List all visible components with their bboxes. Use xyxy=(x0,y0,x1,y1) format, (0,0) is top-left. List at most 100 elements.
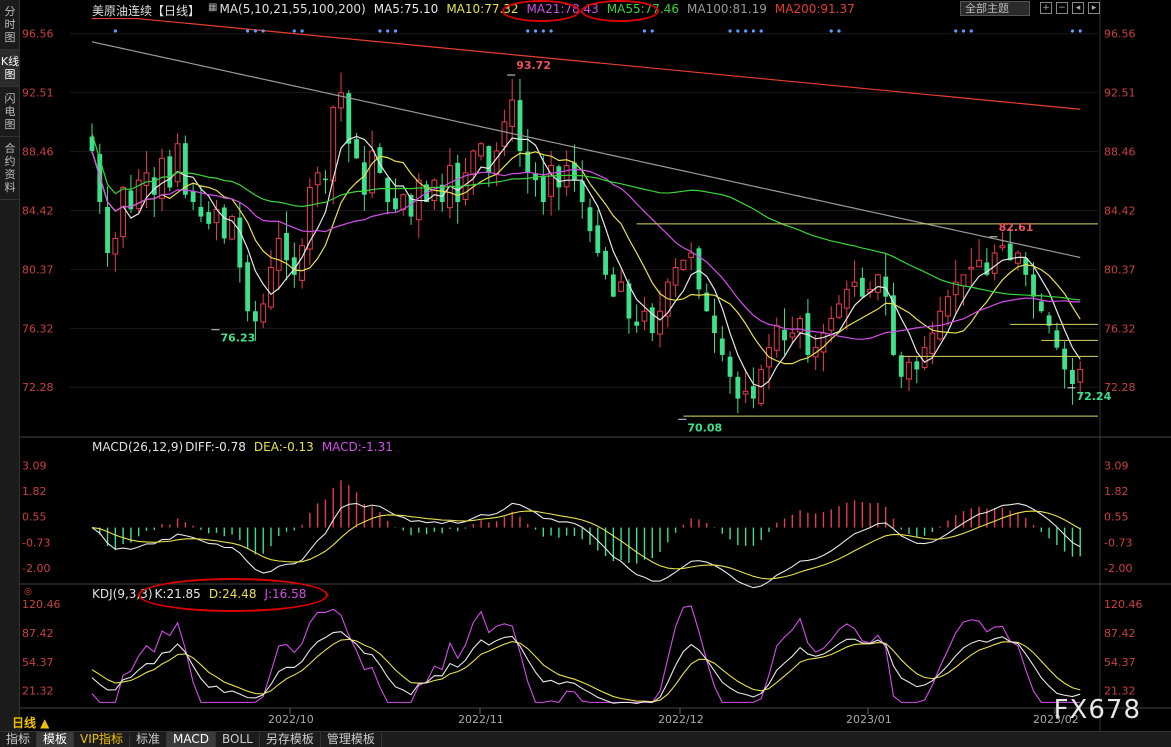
price-tick-right: 92.51 xyxy=(1104,87,1136,100)
tab-contract-info[interactable]: 合约资料 xyxy=(0,137,20,200)
ma5-value: MA5:75.10 xyxy=(373,2,439,16)
tab-standard[interactable]: 标准 xyxy=(130,732,168,747)
macd-tick-right: -2.00 xyxy=(1104,562,1132,575)
signal-dot xyxy=(954,29,958,33)
signal-dot xyxy=(292,29,296,33)
candle-body-down xyxy=(206,212,212,224)
macd-tick-right: -0.73 xyxy=(1104,536,1132,549)
candle-body-up xyxy=(906,361,912,380)
macd-dea: DEA:-0.13 xyxy=(253,440,314,454)
candle-body-down xyxy=(914,361,920,370)
candle-body-up xyxy=(688,252,695,258)
minus-icon[interactable]: − xyxy=(1056,2,1068,14)
tab-templates[interactable]: 模板 xyxy=(37,732,75,747)
candle-body-down xyxy=(587,207,593,232)
price-tick-right: 80.37 xyxy=(1104,263,1136,276)
signal-dot xyxy=(549,29,553,33)
price-tick-left: 84.42 xyxy=(22,204,54,217)
date-label: 2022/11 xyxy=(458,713,504,726)
signal-dot xyxy=(969,29,973,33)
price-tick-left: 92.51 xyxy=(22,87,54,100)
candle-body-up xyxy=(945,296,951,317)
candle-body-up xyxy=(836,303,842,318)
macd-tick-right: 3.09 xyxy=(1104,459,1129,472)
chart-area[interactable]: 96.56 96.56 92.51 92.51 88.46 88.46 84.42 84.42… xyxy=(20,0,1171,731)
candle-body-down xyxy=(556,166,562,188)
signal-dot xyxy=(1070,29,1075,33)
ma200-line xyxy=(92,17,1081,110)
macd-tick-left: -2.00 xyxy=(22,562,50,575)
price-tick-right: 96.56 xyxy=(1104,28,1136,41)
signal-dot xyxy=(744,29,748,33)
candle-body-down xyxy=(198,206,204,217)
trading-app: 分时图 K线图 闪电图 合约资料 96.56 96.56 92.51 92.51 88.… xyxy=(0,0,1171,747)
candle-body-up xyxy=(400,194,407,210)
candle-body-down xyxy=(603,250,608,275)
candle-body-up xyxy=(369,150,376,194)
candle-body-up xyxy=(773,325,780,351)
candle-body-up xyxy=(618,281,625,292)
signal-dot xyxy=(759,29,763,33)
candle-body-up xyxy=(797,318,804,333)
tab-vip-indicators[interactable]: VIP指标 xyxy=(74,732,131,747)
price-tick-left: 72.28 xyxy=(22,381,54,394)
tab-kline[interactable]: K线图 xyxy=(0,50,20,87)
price-tick-right: 88.46 xyxy=(1104,146,1136,159)
candle-body-up xyxy=(672,267,679,286)
candle-body-down xyxy=(393,198,398,210)
price-tick-right: 76.32 xyxy=(1104,322,1136,335)
ma-legend: 美原油连续【日线】 ▦ MA(5,10,21,55,100,200) MA5:7… xyxy=(92,2,855,18)
candle-body-down xyxy=(252,311,258,322)
price-tick-left: 96.56 xyxy=(22,28,54,41)
candle-body-down xyxy=(525,151,531,173)
candle-body-down xyxy=(704,292,710,312)
candle-body-up xyxy=(976,259,982,268)
candle-body-down xyxy=(1054,330,1060,348)
candle-body-up xyxy=(275,237,282,271)
macd-tick-left: 3.09 xyxy=(22,459,47,472)
candle-body-down xyxy=(361,162,367,195)
left-icon[interactable]: ◂ xyxy=(1072,2,1084,14)
candle-body-up xyxy=(548,165,555,197)
tab-save-template[interactable]: 另存模板 xyxy=(260,732,321,747)
kdj-tick-right: 87.42 xyxy=(1104,627,1136,640)
chart-canvas[interactable]: 96.56 96.56 92.51 92.51 88.46 88.46 84.42 84.42… xyxy=(20,0,1171,731)
kdj-settings-icon: ◎ xyxy=(24,587,32,597)
kdj-tick-right: 120.46 xyxy=(1104,598,1143,611)
watermark-logo: FX678 xyxy=(1053,695,1141,725)
price-tick-left: 76.32 xyxy=(22,322,54,335)
kdj-tick-left: 87.42 xyxy=(22,627,54,640)
candle-body-up xyxy=(299,245,306,281)
candle-body-up xyxy=(828,318,835,331)
candle-body-down xyxy=(859,277,865,297)
candle-body-down xyxy=(221,207,227,239)
tab-manage-templates[interactable]: 管理模板 xyxy=(321,732,382,747)
signal-dot xyxy=(378,29,382,33)
candle-body-down xyxy=(517,100,523,152)
candle-body-down xyxy=(649,307,655,334)
theme-dropdown[interactable]: 全部主题 xyxy=(960,1,1030,16)
macd-tick-right: 1.82 xyxy=(1104,485,1129,498)
kdj-tick-right: 54.37 xyxy=(1104,656,1136,669)
candle-body-up xyxy=(120,186,127,238)
ma100-value: MA100:81.19 xyxy=(687,2,767,16)
tab-macd[interactable]: MACD xyxy=(167,732,217,747)
candle-body-up xyxy=(268,267,274,308)
signal-dot xyxy=(837,29,841,33)
tab-indicators[interactable]: 指标 xyxy=(0,732,38,747)
macd-diff: DIFF:-0.78 xyxy=(185,440,246,454)
candle-body-down xyxy=(1007,243,1013,261)
candle-body-down xyxy=(696,248,702,290)
period-selector[interactable]: 日线 ▲ xyxy=(12,714,49,731)
candle-body-up xyxy=(851,281,858,287)
annotation-circle-ma55 xyxy=(581,0,659,22)
tab-lightning[interactable]: 闪电图 xyxy=(0,87,20,137)
right-icon[interactable]: ▸ xyxy=(1088,2,1100,14)
candle-body-up xyxy=(174,143,181,183)
add-icon[interactable]: + xyxy=(1040,2,1052,14)
price-annotation: 76.23 xyxy=(221,332,256,345)
signal-dot xyxy=(650,29,654,33)
tab-intraday[interactable]: 分时图 xyxy=(0,0,20,50)
candle-body-up xyxy=(1077,368,1084,383)
tab-boll[interactable]: BOLL xyxy=(216,732,260,747)
